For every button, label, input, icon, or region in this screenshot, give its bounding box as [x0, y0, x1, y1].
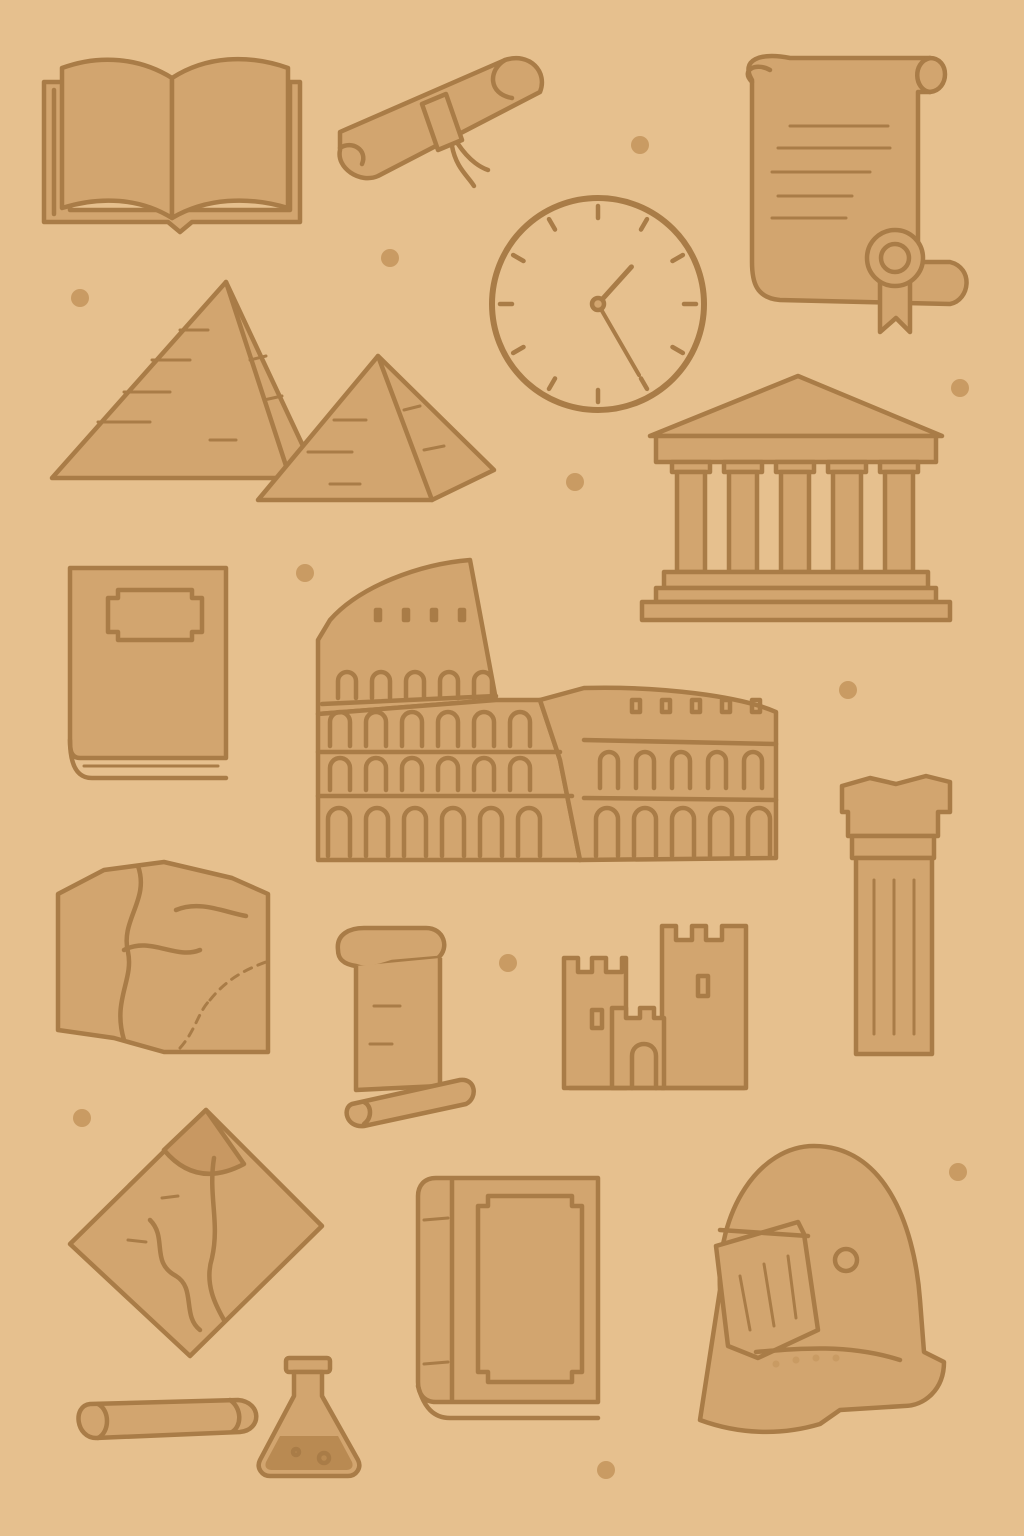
clock-icon [489, 195, 707, 413]
clock-tick [510, 344, 526, 356]
column-shaft [778, 469, 812, 575]
window [401, 607, 411, 623]
clock-tick [638, 216, 650, 232]
minute-hand [596, 302, 641, 378]
clock-tick [638, 376, 650, 392]
window [429, 607, 439, 623]
window [457, 607, 467, 623]
window [373, 607, 383, 623]
clock-tick [510, 252, 526, 264]
clock-tick [546, 216, 558, 232]
rolled-scroll-icon [337, 56, 544, 189]
certificate-scroll-icon [745, 53, 969, 335]
column-shaft [726, 469, 760, 575]
history-icon-pattern [0, 0, 1024, 1536]
broken-column-icon [839, 773, 953, 1057]
pyramids-icon [49, 279, 497, 503]
diamond-map-icon [67, 1107, 325, 1359]
flask-icon [256, 1355, 362, 1479]
castle-icon [561, 923, 749, 1091]
column-shaft [830, 469, 864, 575]
clock-tick [670, 252, 686, 264]
column-shaft [882, 469, 916, 575]
greek-temple-icon [639, 373, 953, 623]
thick-book-icon [415, 1175, 601, 1421]
unrolled-scroll-icon [335, 925, 476, 1129]
open-book-icon [41, 56, 303, 235]
small-scroll-icon [76, 1397, 259, 1441]
pattern-artwork [41, 53, 969, 1479]
knight-helmet-icon [697, 1143, 947, 1435]
column-shaft [674, 469, 708, 575]
clock-tick [670, 344, 686, 356]
old-map-icon [55, 859, 271, 1055]
clock-tick [546, 376, 558, 392]
closed-book-icon [67, 565, 229, 781]
